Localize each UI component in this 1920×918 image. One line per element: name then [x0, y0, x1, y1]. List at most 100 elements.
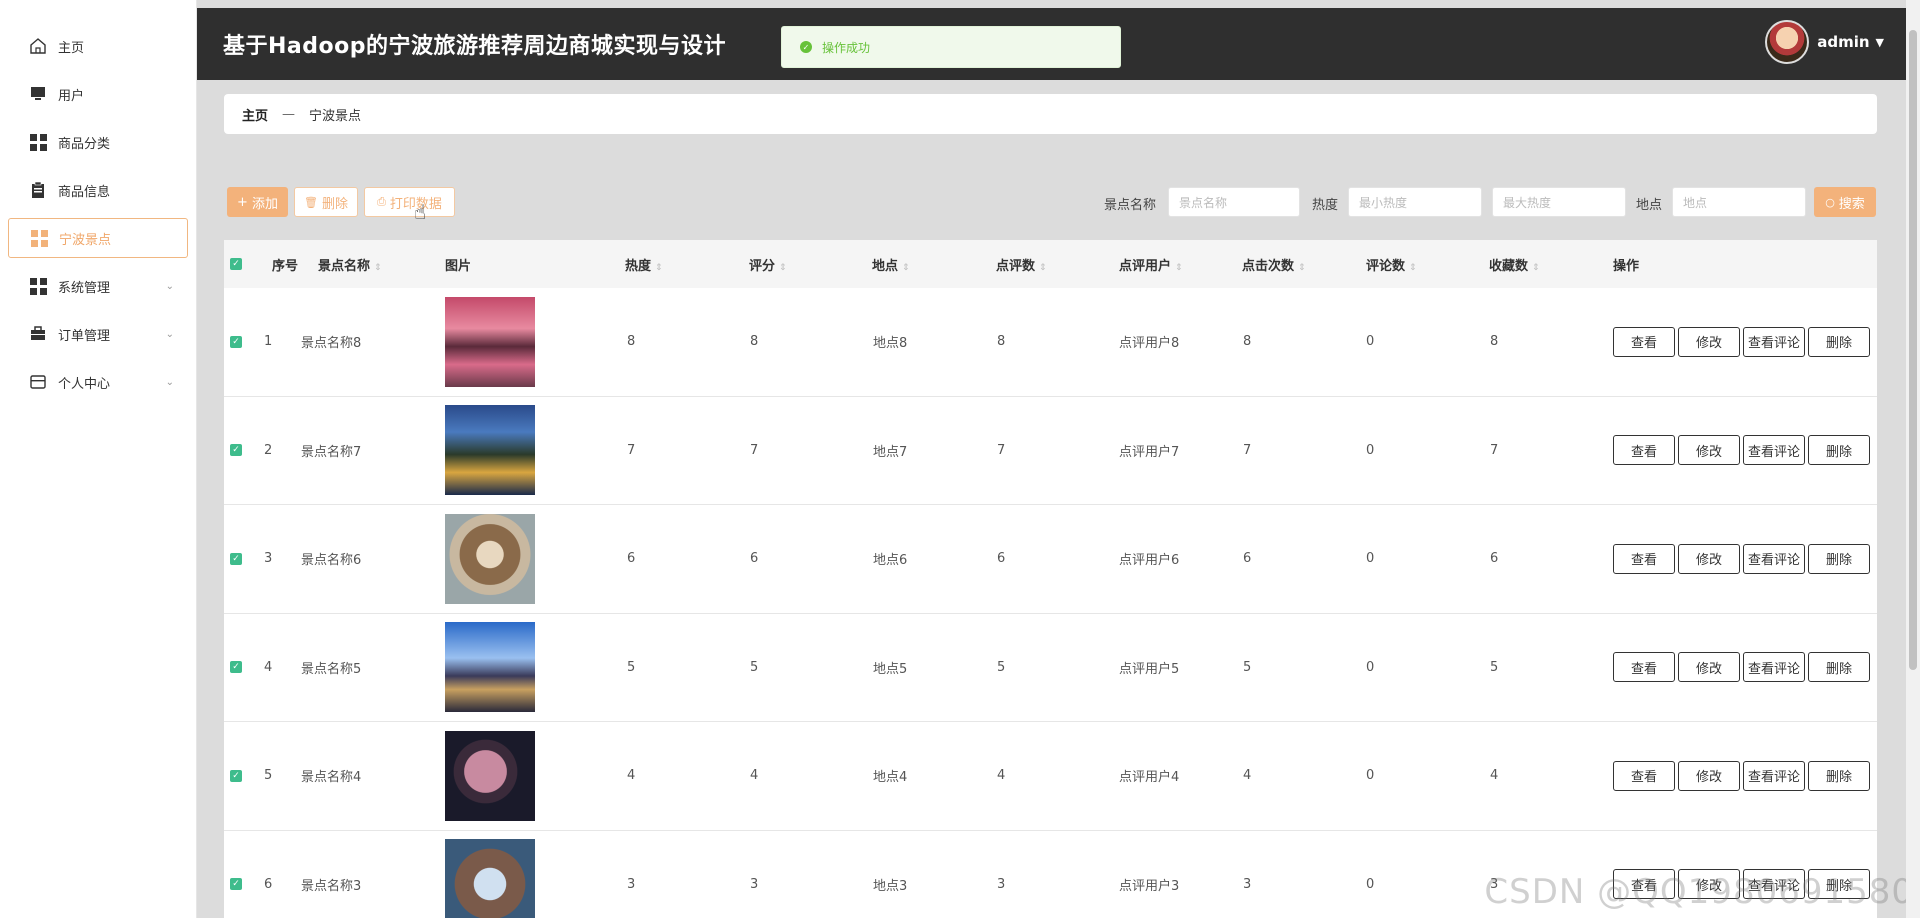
cell-favorites: 8 — [1490, 334, 1499, 350]
sort-icon[interactable]: ⇕ — [655, 263, 663, 273]
add-button[interactable]: + 添加 — [227, 187, 288, 217]
column-header-label: 地点 — [872, 258, 899, 274]
table-header: ✓ 序号 景点名称 ⇕ 图片 热度 ⇕ 评分 ⇕ 地点 ⇕ 点评数 ⇕ 点评用户 ⇕ 点击次… — [224, 240, 1877, 288]
sort-icon[interactable]: ⇕ — [779, 263, 787, 273]
sort-icon[interactable]: ⇕ — [902, 263, 910, 273]
view-button[interactable]: 查看 — [1613, 435, 1675, 466]
column-header-clicks[interactable]: 点击次数 ⇕ — [1242, 255, 1306, 274]
scrollbar[interactable] — [1906, 0, 1920, 918]
select-all-checkbox[interactable]: ✓ — [230, 258, 242, 270]
cell-clicks: 4 — [1243, 768, 1252, 784]
column-header-label: 热度 — [625, 258, 652, 274]
cell-place: 地点6 — [873, 553, 908, 569]
cell-heat: 3 — [627, 876, 636, 892]
cell-place: 地点4 — [873, 770, 908, 786]
column-header-label: 景点名称 — [318, 258, 371, 274]
delete-row-button[interactable]: 删除 — [1808, 760, 1870, 791]
column-header-name[interactable]: 景点名称 ⇕ — [318, 255, 382, 274]
attraction-image — [445, 839, 535, 918]
cell-heat: 5 — [627, 659, 636, 675]
sidebar-item-personal-center[interactable]: 个人中心 ⌄ — [8, 362, 188, 402]
column-header-place[interactable]: 地点 ⇕ — [872, 255, 910, 274]
sidebar-item-home[interactable]: 主页 — [8, 26, 188, 66]
row-checkbox[interactable]: ✓ — [230, 335, 242, 348]
filter-place-label: 地点 — [1636, 198, 1663, 213]
column-header-score[interactable]: 评分 ⇕ — [749, 255, 787, 274]
attraction-name-input[interactable]: 景点名称 — [1168, 187, 1300, 217]
table-body: ✓ 1 景点名称8 8 8 地点8 8 点评用户8 8 0 8 查看 修改 查看评论 删除 ✓ 2 景点名称7 7 7… — [224, 288, 1877, 918]
username: admin — [1817, 33, 1870, 51]
chevron-down-icon: ⌄ — [165, 376, 174, 388]
sort-icon[interactable]: ⇕ — [374, 263, 382, 273]
delete-row-button[interactable]: 删除 — [1808, 543, 1870, 574]
row-checkbox[interactable]: ✓ — [230, 552, 242, 565]
delete-row-button[interactable]: 删除 — [1808, 326, 1870, 357]
breadcrumb-home[interactable]: 主页 — [242, 105, 268, 124]
column-header-comments[interactable]: 评论数 ⇕ — [1366, 255, 1417, 274]
delete-row-button[interactable]: 删除 — [1808, 435, 1870, 466]
column-header-review-count[interactable]: 点评数 ⇕ — [996, 255, 1047, 274]
user-menu[interactable]: admin ▼ — [1765, 20, 1884, 64]
column-header-heat[interactable]: 热度 ⇕ — [625, 255, 663, 274]
sidebar-item-system-management[interactable]: 系统管理 ⌄ — [8, 266, 188, 306]
print-data-button[interactable]: ⎙ 打印数据 — [364, 187, 455, 217]
edit-button[interactable]: 修改 — [1678, 326, 1740, 357]
cell-reviewer: 点评用户4 — [1119, 770, 1180, 786]
sort-icon[interactable]: ⇕ — [1409, 263, 1417, 273]
sidebar-item-label: 订单管理 — [58, 328, 111, 344]
column-header-reviewer[interactable]: 点评用户 ⇕ — [1119, 255, 1183, 274]
sort-icon[interactable]: ⇕ — [1039, 263, 1047, 273]
sidebar-item-users[interactable]: 用户 — [8, 74, 188, 114]
min-heat-input[interactable]: 最小热度 — [1348, 187, 1482, 217]
row-checkbox[interactable]: ✓ — [230, 661, 242, 674]
delete-button[interactable]: 🗑 删除 — [294, 187, 358, 217]
sidebar-item-product-category[interactable]: 商品分类 — [8, 122, 188, 162]
column-header-label: 点评用户 — [1119, 258, 1172, 274]
row-checkbox[interactable]: ✓ — [230, 444, 242, 457]
cell-index: 2 — [264, 442, 273, 458]
column-header-favorites[interactable]: 收藏数 ⇕ — [1489, 255, 1540, 274]
cell-name: 景点名称8 — [301, 336, 362, 352]
place-input[interactable]: 地点 — [1672, 187, 1806, 217]
printer-icon: ⎙ — [377, 195, 386, 208]
search-button[interactable]: ○ 搜索 — [1814, 187, 1876, 217]
sidebar-item-label: 主页 — [58, 40, 85, 56]
avatar[interactable] — [1765, 20, 1810, 64]
view-button[interactable]: 查看 — [1613, 326, 1675, 357]
cell-heat: 6 — [627, 551, 636, 567]
max-heat-input[interactable]: 最大热度 — [1492, 187, 1626, 217]
cell-reviewer: 点评用户5 — [1119, 661, 1180, 677]
sidebar-item-order-management[interactable]: 订单管理 ⌄ — [8, 314, 188, 354]
attractions-table: ✓ 序号 景点名称 ⇕ 图片 热度 ⇕ 评分 ⇕ 地点 ⇕ 点评数 ⇕ 点评用户 ⇕ 点击次… — [224, 240, 1877, 918]
view-comments-button[interactable]: 查看评论 — [1743, 543, 1805, 574]
add-button-label: 添加 — [251, 196, 278, 212]
edit-button[interactable]: 修改 — [1678, 652, 1740, 683]
cell-clicks: 7 — [1243, 442, 1252, 458]
sort-icon[interactable]: ⇕ — [1175, 263, 1183, 273]
view-button[interactable]: 查看 — [1613, 652, 1675, 683]
attraction-image — [445, 513, 535, 604]
plus-icon: + — [237, 194, 248, 210]
view-button[interactable]: 查看 — [1613, 543, 1675, 574]
view-comments-button[interactable]: 查看评论 — [1743, 435, 1805, 466]
row-checkbox[interactable]: ✓ — [230, 769, 242, 782]
view-comments-button[interactable]: 查看评论 — [1743, 760, 1805, 791]
edit-button[interactable]: 修改 — [1678, 435, 1740, 466]
edit-button[interactable]: 修改 — [1678, 543, 1740, 574]
delete-row-button[interactable]: 删除 — [1808, 652, 1870, 683]
sort-icon[interactable]: ⇕ — [1532, 263, 1540, 273]
sidebar-item-ningbo-attractions[interactable]: 宁波景点 — [8, 218, 188, 258]
row-actions: 查看 修改 查看评论 删除 — [1613, 543, 1873, 574]
briefcase-icon — [28, 324, 48, 344]
cell-score: 4 — [750, 768, 759, 784]
view-comments-button[interactable]: 查看评论 — [1743, 326, 1805, 357]
sidebar-item-product-info[interactable]: 商品信息 — [8, 170, 188, 210]
sort-icon[interactable]: ⇕ — [1298, 263, 1306, 273]
breadcrumb-current: 宁波景点 — [309, 108, 362, 124]
filter-name-label: 景点名称 — [1104, 198, 1157, 213]
row-checkbox[interactable]: ✓ — [230, 878, 242, 891]
view-comments-button[interactable]: 查看评论 — [1743, 652, 1805, 683]
scrollbar-thumb[interactable] — [1909, 30, 1917, 670]
edit-button[interactable]: 修改 — [1678, 760, 1740, 791]
view-button[interactable]: 查看 — [1613, 760, 1675, 791]
